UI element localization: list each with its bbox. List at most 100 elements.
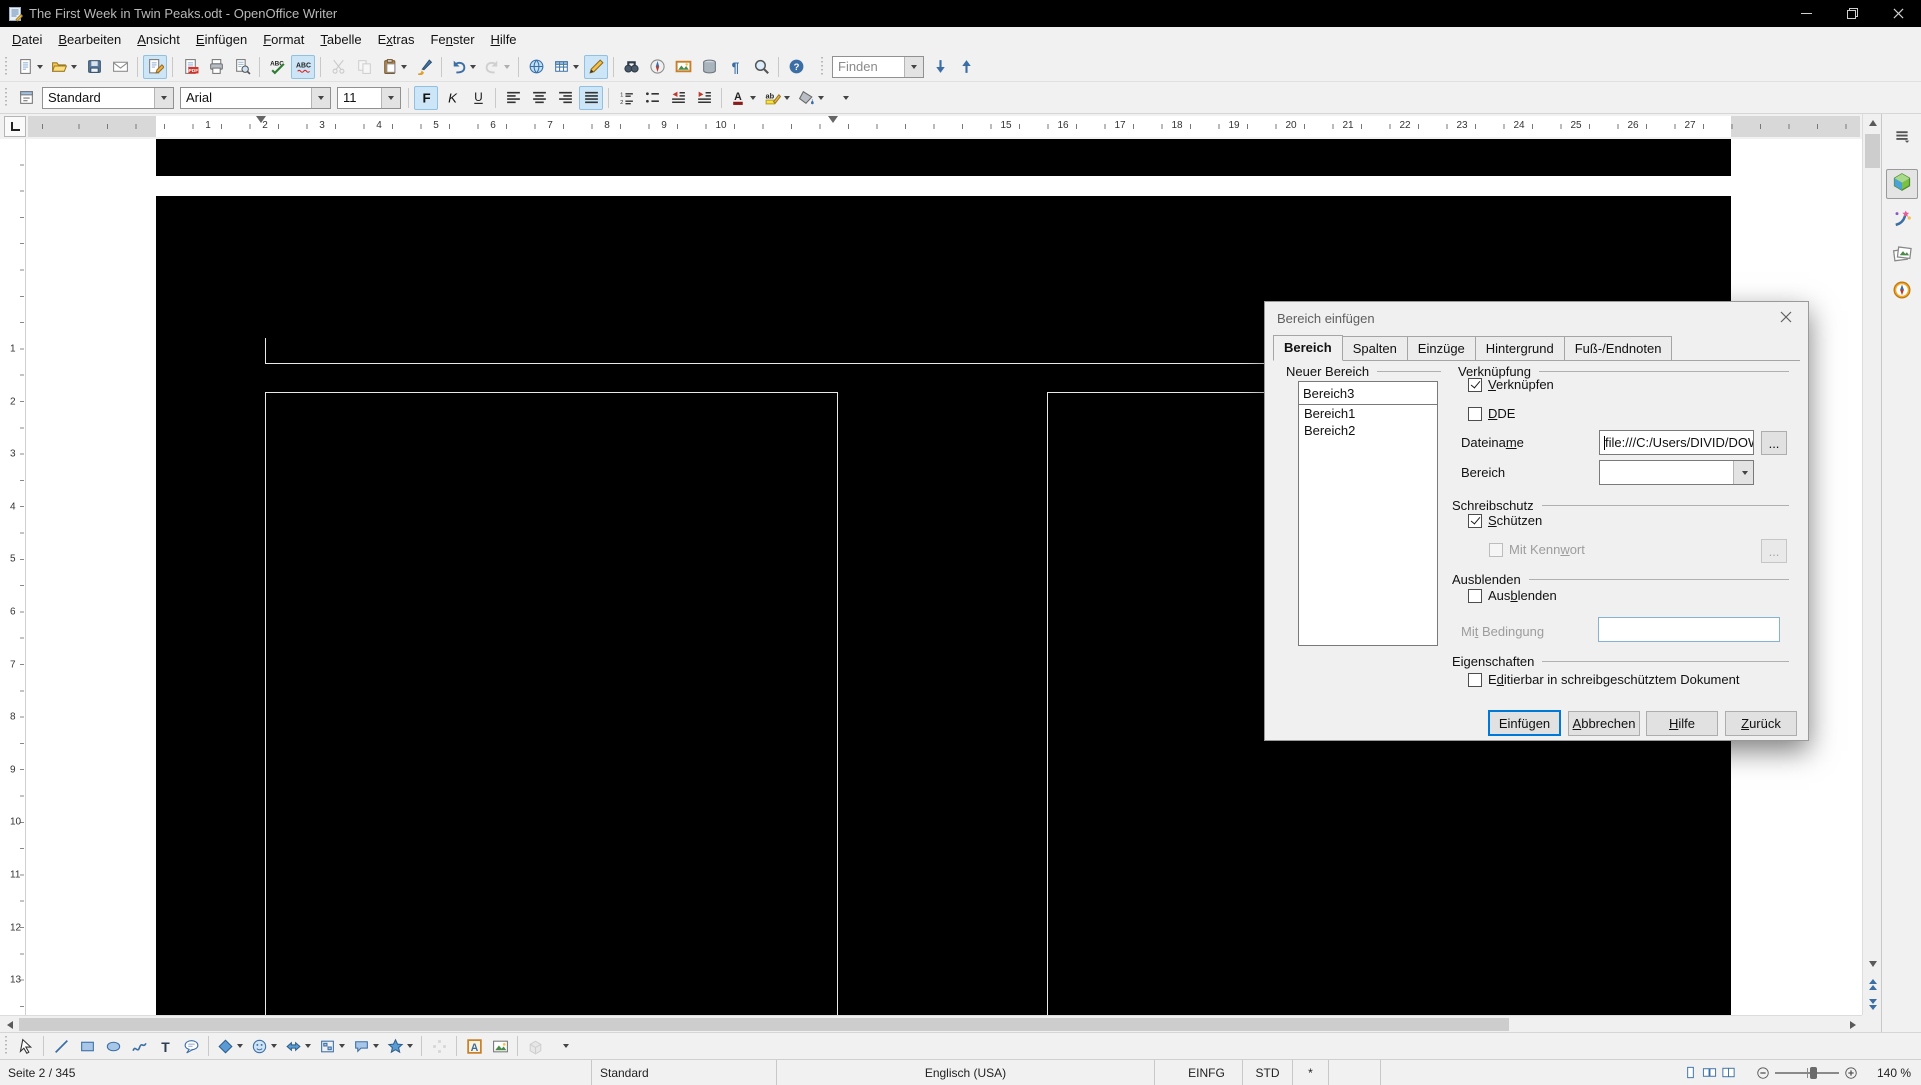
previous-page-bottom[interactable] bbox=[156, 139, 1731, 176]
section-list[interactable]: Bereich1Bereich2 bbox=[1298, 405, 1438, 646]
format-paintbrush-button[interactable] bbox=[412, 55, 436, 79]
bullet-list-button[interactable] bbox=[640, 86, 664, 110]
align-center-button[interactable] bbox=[527, 86, 551, 110]
link-checkbox[interactable]: Verknüpfen bbox=[1468, 377, 1554, 392]
font-name-dropdown[interactable] bbox=[311, 88, 330, 108]
from-file-button[interactable] bbox=[488, 1034, 512, 1058]
scroll-right-button[interactable] bbox=[1843, 1016, 1862, 1033]
statusbar-page-count[interactable]: Seite 2 / 345 bbox=[0, 1060, 592, 1085]
navigator-button[interactable] bbox=[645, 55, 669, 79]
hyperlink-button[interactable] bbox=[524, 55, 548, 79]
font-size-combobox[interactable]: 11 bbox=[337, 87, 401, 109]
decrease-indent-button[interactable] bbox=[666, 86, 690, 110]
find-replace-button[interactable] bbox=[619, 55, 643, 79]
filename-input[interactable]: file:///C:/Users/DIVID/DOWN bbox=[1599, 430, 1754, 455]
find-up-button[interactable] bbox=[954, 55, 978, 79]
scroll-up-button[interactable] bbox=[1863, 114, 1882, 132]
horizontal-scrollbar-thumb[interactable] bbox=[19, 1018, 1509, 1031]
callout-button[interactable] bbox=[179, 1034, 203, 1058]
horizontal-ruler[interactable]: 1234567891015161718192021222324252627 bbox=[28, 116, 1860, 137]
paste-button[interactable] bbox=[378, 55, 410, 79]
condition-input[interactable] bbox=[1598, 617, 1780, 642]
auto-spellcheck-button[interactable]: ABC bbox=[291, 55, 315, 79]
sidebar-navigator-panel-button[interactable] bbox=[1886, 277, 1918, 307]
indent-marker[interactable] bbox=[828, 116, 838, 123]
freeform-line-button[interactable] bbox=[127, 1034, 151, 1058]
toolbar-overflow-button[interactable] bbox=[832, 86, 856, 110]
menu-tabelle[interactable]: Tabelle bbox=[312, 29, 369, 50]
edit-file-button[interactable] bbox=[143, 55, 167, 79]
zoom-slider-thumb[interactable] bbox=[1810, 1067, 1817, 1079]
spellcheck-button[interactable]: ABC bbox=[265, 55, 289, 79]
cancel-button[interactable]: Abbrechen bbox=[1568, 711, 1640, 736]
tab-spalten[interactable]: Spalten bbox=[1342, 336, 1408, 360]
statusbar-selection-mode[interactable]: STD bbox=[1243, 1060, 1293, 1085]
filename-browse-button[interactable]: ... bbox=[1761, 431, 1787, 455]
save-button[interactable] bbox=[82, 55, 106, 79]
italic-button[interactable]: K bbox=[440, 86, 464, 110]
sidebar-gallery-panel-button[interactable] bbox=[1886, 241, 1918, 271]
zoom-in-button[interactable] bbox=[1844, 1066, 1858, 1080]
tab-einzuege[interactable]: Einzüge bbox=[1407, 336, 1476, 360]
help-button[interactable]: ? bbox=[784, 55, 808, 79]
menu-extras[interactable]: Extras bbox=[370, 29, 423, 50]
section-combobox[interactable] bbox=[1599, 460, 1754, 485]
view-single-page-button[interactable] bbox=[1683, 1065, 1698, 1080]
password-browse-button[interactable]: ... bbox=[1761, 539, 1787, 563]
find-down-button[interactable] bbox=[928, 55, 952, 79]
section-name-input[interactable]: Bereich3 bbox=[1298, 381, 1438, 405]
scroll-left-button[interactable] bbox=[0, 1016, 19, 1033]
align-left-button[interactable] bbox=[501, 86, 525, 110]
email-button[interactable] bbox=[108, 55, 132, 79]
export-pdf-button[interactable]: PDF bbox=[178, 55, 202, 79]
highlighting-button[interactable]: ab bbox=[761, 86, 793, 110]
paragraph-style-dropdown[interactable] bbox=[154, 88, 173, 108]
minimize-button[interactable] bbox=[1783, 0, 1829, 27]
menu-fenster[interactable]: Fenster bbox=[422, 29, 482, 50]
statusbar-language[interactable]: Englisch (USA) bbox=[777, 1060, 1155, 1085]
tab-stop-selector[interactable] bbox=[4, 116, 26, 137]
ellipse-button[interactable] bbox=[101, 1034, 125, 1058]
close-button[interactable] bbox=[1875, 0, 1921, 27]
callouts-button[interactable] bbox=[350, 1034, 382, 1058]
help-button[interactable]: Hilfe bbox=[1646, 711, 1718, 736]
draw-functions-button[interactable] bbox=[584, 55, 608, 79]
toolbar-overflow-button[interactable] bbox=[552, 1034, 576, 1058]
toolbar-grip[interactable] bbox=[3, 57, 10, 77]
view-multiple-pages-button[interactable] bbox=[1702, 1065, 1717, 1080]
increase-indent-button[interactable] bbox=[692, 86, 716, 110]
zoom-out-button[interactable] bbox=[1756, 1066, 1770, 1080]
password-checkbox[interactable]: Mit Kennwort bbox=[1489, 542, 1585, 557]
menu-bearbeiten[interactable]: Bearbeiten bbox=[50, 29, 129, 50]
previous-page-button[interactable] bbox=[1863, 975, 1882, 993]
numbered-list-button[interactable]: 12 bbox=[614, 86, 638, 110]
find-dropdown-button[interactable] bbox=[904, 57, 923, 77]
section-dropdown-button[interactable] bbox=[1733, 461, 1753, 484]
font-size-dropdown[interactable] bbox=[381, 88, 400, 108]
statusbar-insert-mode[interactable]: EINFG bbox=[1171, 1060, 1243, 1085]
gallery-button[interactable] bbox=[671, 55, 695, 79]
open-button[interactable] bbox=[48, 55, 80, 79]
menu-datei[interactable]: Datei bbox=[4, 29, 50, 50]
insert-button[interactable]: Einfügen bbox=[1488, 710, 1561, 736]
toolbar-grip[interactable] bbox=[3, 1036, 10, 1056]
section-list-item[interactable]: Bereich1 bbox=[1299, 405, 1437, 422]
dialog-titlebar[interactable]: Bereich einfügen bbox=[1265, 302, 1808, 334]
data-sources-button[interactable] bbox=[697, 55, 721, 79]
horizontal-scrollbar[interactable] bbox=[0, 1015, 1862, 1032]
print-button[interactable] bbox=[204, 55, 228, 79]
formatting-marks-button[interactable]: ¶ bbox=[723, 55, 747, 79]
basic-shapes-button[interactable] bbox=[214, 1034, 246, 1058]
sidebar-styles-button[interactable] bbox=[1886, 205, 1918, 235]
paragraph-style-combobox[interactable]: Standard bbox=[42, 87, 174, 109]
line-button[interactable] bbox=[49, 1034, 73, 1058]
new-document-button[interactable] bbox=[14, 55, 46, 79]
vertical-scrollbar-thumb[interactable] bbox=[1865, 134, 1880, 168]
tab-fussendnoten[interactable]: Fuß-/Endnoten bbox=[1564, 336, 1673, 360]
menu-ansicht[interactable]: Ansicht bbox=[129, 29, 188, 50]
text-button[interactable]: T bbox=[153, 1034, 177, 1058]
styles-window-button[interactable] bbox=[14, 86, 38, 110]
tab-bereich[interactable]: Bereich bbox=[1273, 335, 1343, 361]
find-combobox[interactable]: Finden bbox=[832, 56, 924, 78]
font-color-button[interactable]: A bbox=[727, 86, 759, 110]
